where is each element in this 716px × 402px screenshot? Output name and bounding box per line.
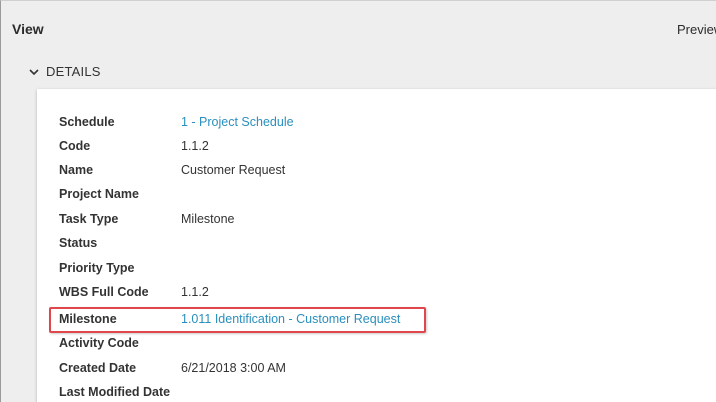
detail-value: 1.1.2 xyxy=(181,285,209,299)
detail-label: Last Modified Date xyxy=(59,385,171,399)
detail-label: Milestone xyxy=(59,312,117,326)
view-title: View xyxy=(12,21,44,37)
view-header: View Preview xyxy=(1,1,716,43)
detail-value: Customer Request xyxy=(181,163,286,177)
details-section-toggle[interactable]: DETAILS xyxy=(28,63,101,79)
details-section-label: DETAILS xyxy=(46,63,101,79)
schedule-link[interactable]: 1 - Project Schedule xyxy=(181,115,294,129)
detail-value: 1.1.2 xyxy=(181,139,209,153)
chevron-down-icon xyxy=(28,65,40,77)
view-window: View Preview DETAILS Schedule 1 - Projec… xyxy=(0,0,716,402)
detail-label: WBS Full Code xyxy=(59,285,149,299)
preview-link[interactable]: Preview xyxy=(677,22,716,37)
detail-label: Priority Type xyxy=(59,261,135,275)
detail-label: Project Name xyxy=(59,187,139,201)
milestone-link[interactable]: 1.011 Identification - Customer Request xyxy=(181,312,400,326)
detail-label: Schedule xyxy=(59,115,115,129)
detail-label: Created Date xyxy=(59,361,137,375)
detail-label: Task Type xyxy=(59,212,119,226)
details-card: Schedule 1 - Project Schedule Code 1.1.2… xyxy=(37,89,716,402)
detail-label: Status xyxy=(59,236,98,250)
detail-value: Milestone xyxy=(181,212,235,226)
detail-value: 6/21/2018 3:00 AM xyxy=(181,361,286,375)
detail-label: Activity Code xyxy=(59,336,139,350)
detail-label: Code xyxy=(59,139,91,153)
detail-label: Name xyxy=(59,163,94,177)
